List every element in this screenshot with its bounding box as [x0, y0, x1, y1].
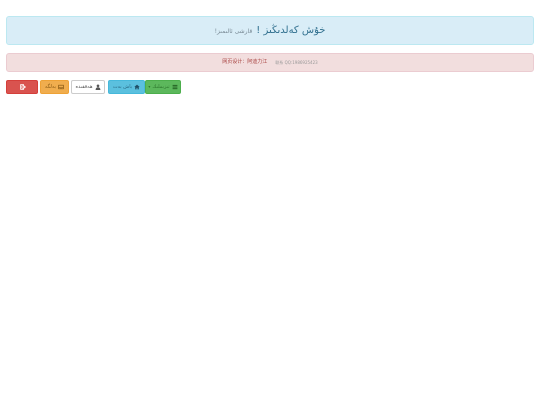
list-button-caret: ▾ [148, 84, 151, 89]
contact-text: 联系 QQ:1986925423 [275, 59, 318, 65]
tag-button-label: بەلگە [44, 83, 57, 90]
credit-alert: 网页设计：阿迪力江 联系 QQ:1986925423 [6, 53, 534, 72]
tag-button[interactable]: بەلگە [40, 80, 69, 94]
exit-button[interactable] [6, 80, 38, 94]
list-button-label: تىزىملىك [152, 83, 170, 90]
welcome-banner: خۇش كەلدىڭىز ! قارشى ئالىمىز! [6, 16, 534, 45]
home-button-label: باش بەت [112, 83, 133, 90]
home-icon [134, 84, 140, 90]
inbox-icon [58, 84, 64, 90]
page: خۇش كەلدىڭىز ! قارشى ئالىمىز! 网页设计：阿迪力江 … [0, 0, 540, 405]
list-icon [172, 84, 178, 90]
list-button[interactable]: تىزىملىك ▾ [145, 80, 181, 94]
home-button[interactable]: باش بەت [108, 80, 145, 94]
credit-text: 网页设计：阿迪力江 [222, 59, 268, 65]
exit-icon [20, 84, 26, 90]
about-button-label: ھەققىدە [75, 83, 93, 90]
user-icon [95, 84, 101, 90]
about-button[interactable]: ھەققىدە [71, 80, 105, 94]
welcome-title: خۇش كەلدىڭىز ! [256, 24, 326, 36]
welcome-subtitle: قارشى ئالىمىز! [214, 27, 253, 35]
